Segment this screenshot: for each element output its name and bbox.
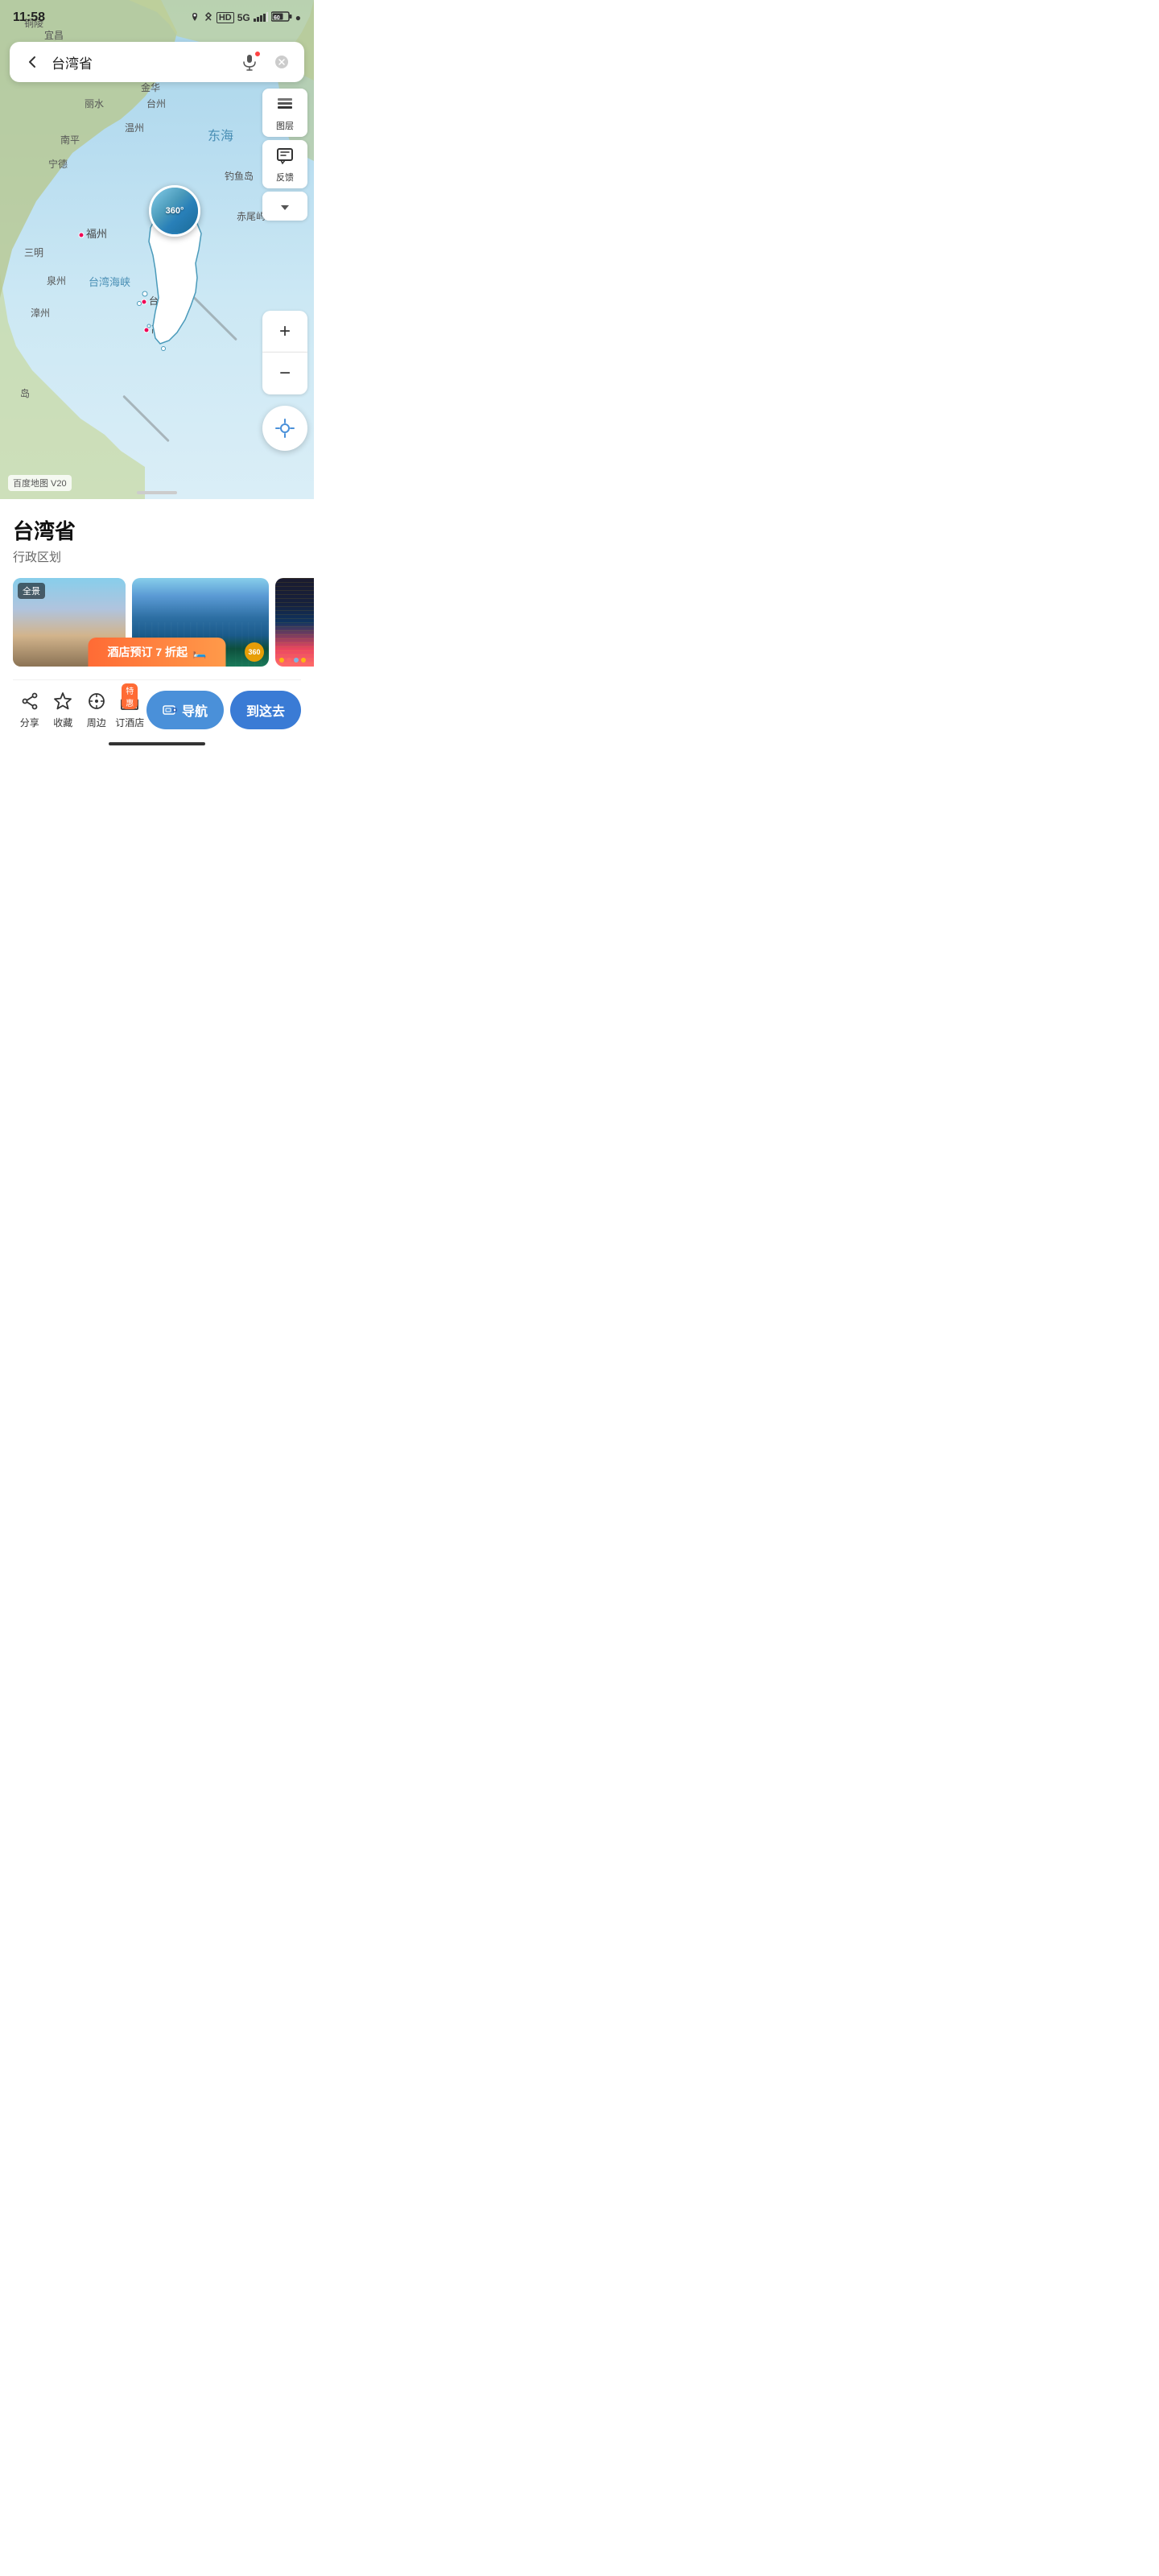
place-title: 台湾省 — [13, 515, 301, 545]
navigate-label: 导航 — [182, 700, 208, 720]
home-indicator — [13, 736, 301, 749]
feedback-label: 反馈 — [276, 171, 294, 184]
hd-icon: HD — [217, 12, 234, 23]
map-label-taizhou: 台州 — [146, 97, 166, 110]
collect-icon — [52, 690, 74, 712]
status-time: 11:58 — [13, 10, 45, 25]
map-label-donghai: 东海 — [208, 125, 233, 144]
layers-button[interactable]: 图层 — [262, 89, 307, 137]
back-button[interactable] — [19, 49, 45, 75]
voice-input-button[interactable] — [237, 49, 262, 75]
map-label-fuzhou: 福州 — [78, 225, 107, 241]
nearby-label: 周边 — [87, 716, 106, 729]
map-label-sanming: 三明 — [24, 246, 43, 259]
hotel-booking-button[interactable]: 特惠 订酒店 — [113, 690, 147, 729]
hotel-promo-label: 酒店预订 7 折起 — [107, 644, 188, 660]
panorama-360-label: 360° — [166, 206, 184, 216]
nearby-button[interactable]: 周边 — [80, 690, 113, 729]
share-button[interactable]: 分享 — [13, 690, 47, 729]
layers-icon — [275, 95, 295, 118]
share-icon — [19, 690, 41, 712]
map-label-dao: 岛 — [20, 386, 30, 400]
map-toolbar: 图层 反馈 — [262, 89, 307, 221]
navigate-button[interactable]: 导航 — [146, 691, 224, 729]
svg-text:60: 60 — [274, 15, 280, 21]
status-icons: HD 5G 60 ● — [189, 11, 301, 25]
home-bar — [109, 742, 205, 745]
hotel-promo-icon: 🛏️ — [192, 646, 206, 659]
map-label-nanping: 南平 — [60, 133, 80, 147]
photo-badge-1: 全景 — [18, 583, 45, 599]
network-icon: 5G — [237, 12, 250, 23]
zoom-out-button[interactable]: − — [262, 353, 307, 394]
photo-360-badge-2: 360 — [245, 642, 264, 662]
map-label-diaoyudao: 钓鱼岛 — [225, 169, 254, 183]
map-label-chiweiyuu: 赤尾屿 — [237, 209, 266, 223]
map-label-jinhua: 金华 — [141, 80, 160, 94]
signal-icon — [254, 12, 268, 24]
charging-icon: ● — [295, 12, 301, 23]
location-icon — [189, 11, 200, 25]
search-input[interactable]: 台湾省 — [52, 52, 230, 72]
battery-icon: 60 — [271, 11, 292, 24]
map-label-zhangzhou: 漳州 — [31, 306, 50, 320]
map-label-lishui: 丽水 — [85, 97, 104, 110]
share-label: 分享 — [20, 716, 39, 729]
hotel-booking-label: 订酒店 — [115, 716, 144, 729]
bottom-panel: 台湾省 行政区划 全景 360 360 — [0, 499, 314, 749]
collect-label: 收藏 — [53, 716, 72, 729]
feedback-button[interactable]: 反馈 — [262, 140, 307, 188]
map-label-quanzhou: 泉州 — [47, 274, 66, 287]
360-icon-2: 360 — [245, 642, 264, 662]
zoom-controls: + − — [262, 311, 307, 394]
collect-button[interactable]: 收藏 — [47, 690, 80, 729]
clear-button[interactable] — [269, 49, 295, 75]
layers-label: 图层 — [276, 119, 294, 132]
more-button[interactable] — [262, 192, 307, 221]
feedback-icon — [275, 147, 295, 169]
map-label-wenzhou: 温州 — [125, 121, 144, 134]
location-button[interactable] — [262, 406, 307, 451]
zoom-in-button[interactable]: + — [262, 311, 307, 353]
map-label-ninggde: 宁德 — [48, 157, 68, 171]
status-bar: 11:58 HD 5G 60 ● — [0, 0, 314, 35]
baidu-logo: 百度地图 V20 — [8, 475, 72, 491]
panorama-360-button[interactable]: 360° — [149, 185, 200, 237]
goto-button[interactable]: 到这去 — [230, 691, 301, 729]
place-category: 行政区划 — [13, 548, 301, 565]
search-bar: 台湾省 — [10, 42, 304, 82]
nearby-icon — [85, 690, 108, 712]
photo-item-3[interactable] — [275, 578, 314, 667]
hotel-special-badge: 特惠 — [122, 683, 138, 709]
bluetooth-icon — [204, 11, 213, 25]
bottom-action-bar: 分享 收藏 周边 — [13, 679, 301, 736]
